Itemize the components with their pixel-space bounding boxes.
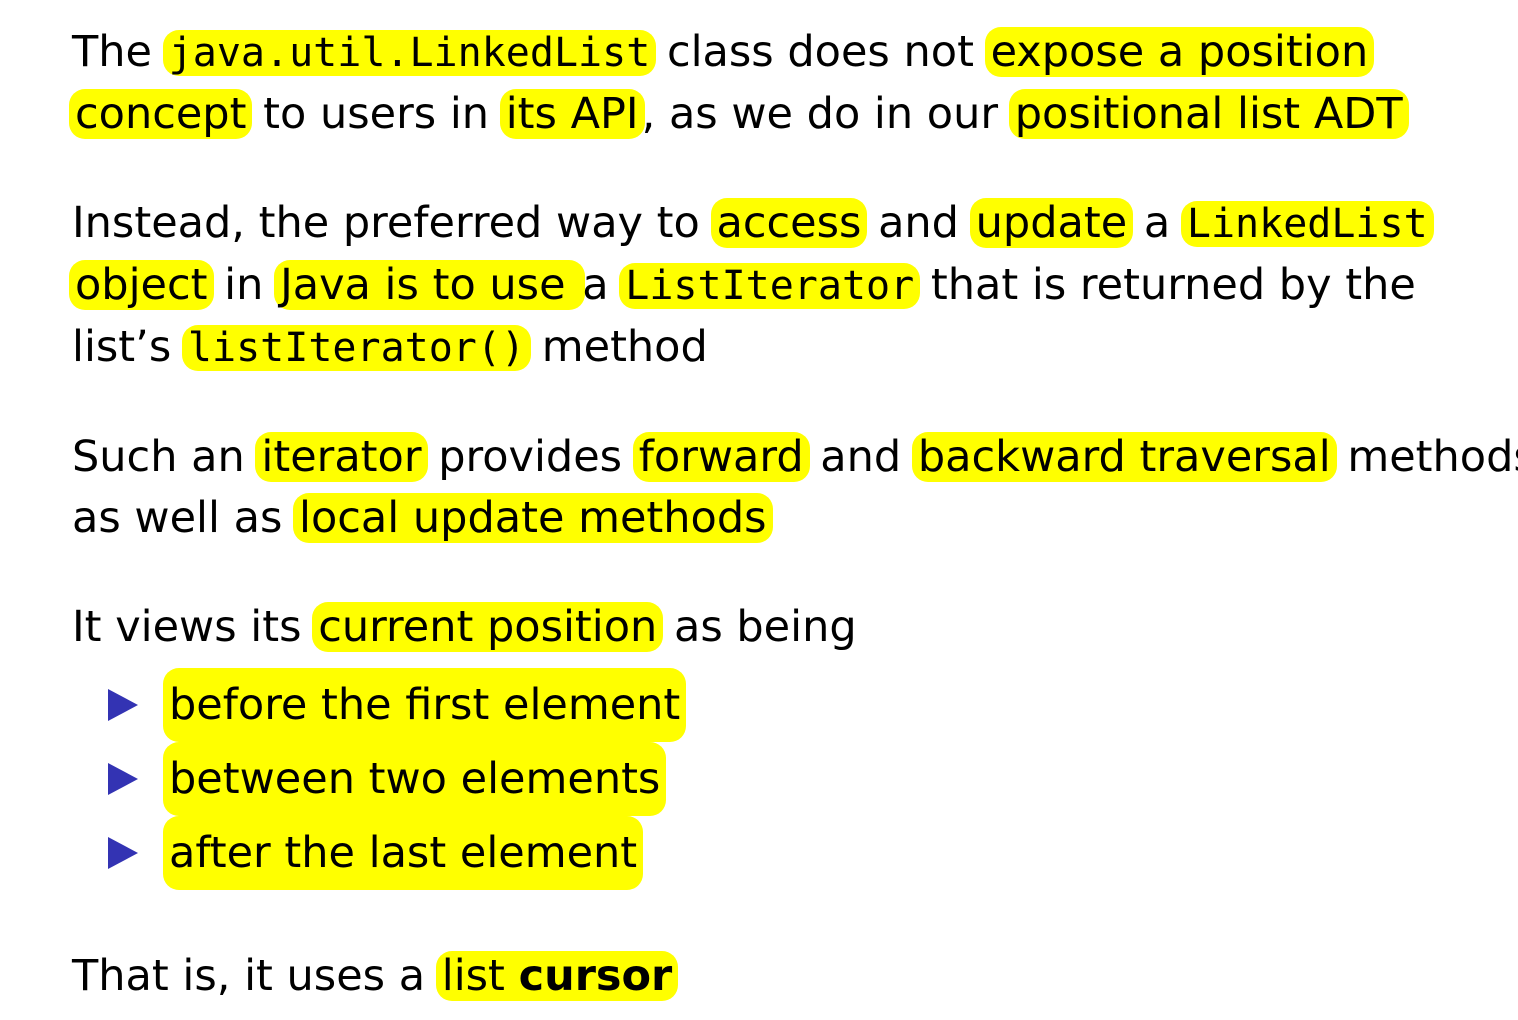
list-item: after the last element (108, 816, 1472, 890)
text: a (1130, 198, 1184, 248)
slide-body: The java.util.LinkedList class does not … (69, 22, 1518, 1007)
list-item: between two elements (108, 742, 1472, 816)
bullet-text: between two elements (163, 742, 667, 816)
text: methods (1333, 432, 1518, 482)
highlight-forward: forward (632, 432, 810, 482)
list-item: before the first element (108, 668, 1472, 742)
highlight-java-use: Java is to use (274, 260, 586, 310)
text: The (72, 27, 166, 77)
position-bullet-list: before the first element between two ele… (72, 668, 1472, 890)
highlight-access: access (710, 198, 868, 248)
text: and (864, 198, 973, 248)
paragraph-list-cursor: That is, it uses a list cursor (72, 946, 1472, 1007)
highlight-class-name: java.util.LinkedList (162, 30, 657, 76)
text: Such an (72, 432, 259, 482)
bullet-triangle-icon (108, 763, 138, 795)
highlight-local-update-methods: local update methods (293, 493, 773, 543)
text: , as we do in our (641, 89, 1012, 139)
text: to users in (249, 89, 503, 139)
text: provides (424, 432, 636, 482)
text: in (210, 260, 278, 310)
highlight-positional-list-adt: positional list ADT (1008, 89, 1409, 139)
paragraph-linkedlist-api: The java.util.LinkedList class does not … (69, 22, 1472, 145)
text: a (582, 260, 623, 310)
highlight-current-position: current position (312, 602, 664, 652)
keyword-cursor: cursor (518, 951, 673, 1001)
text: method (528, 322, 708, 372)
text: and (806, 432, 915, 482)
highlight-update: update (969, 198, 1134, 248)
paragraph-iterator-methods: Such an iterator provides forward and ba… (72, 427, 1518, 549)
bullet-text: after the last element (163, 816, 644, 890)
highlight-object: object (69, 260, 214, 310)
highlight-backward-traversal: backward traversal (911, 432, 1337, 482)
bullet-text: before the first element (163, 668, 687, 742)
text: as being (660, 602, 857, 652)
text: class does not (653, 27, 988, 77)
paragraph-preferred-way: Instead, the preferred way to access and… (69, 193, 1472, 379)
highlight-linkedlist: LinkedList (1180, 201, 1434, 247)
highlight-list-cursor: list cursor (435, 951, 679, 1001)
text: list (441, 951, 519, 1001)
text: as well as (72, 493, 297, 543)
highlight-iterator: iterator (255, 432, 428, 482)
highlight-listiterator-method: listIterator() (181, 325, 532, 371)
text: That is, it uses a (72, 951, 439, 1001)
paragraph-current-position: It views its current position as being b… (72, 597, 1472, 890)
highlight-concept: concept (69, 89, 253, 139)
bullet-triangle-icon (108, 837, 138, 869)
text: It views its (72, 602, 316, 652)
highlight-its-api: its API (499, 89, 645, 139)
highlight-expose-position: expose a position (984, 27, 1375, 77)
text: that is returned by the (917, 260, 1416, 310)
bullet-triangle-icon (108, 689, 138, 721)
highlight-listiterator: ListIterator (619, 263, 921, 309)
text: list’s (72, 322, 185, 372)
text: Instead, the preferred way to (72, 198, 714, 248)
